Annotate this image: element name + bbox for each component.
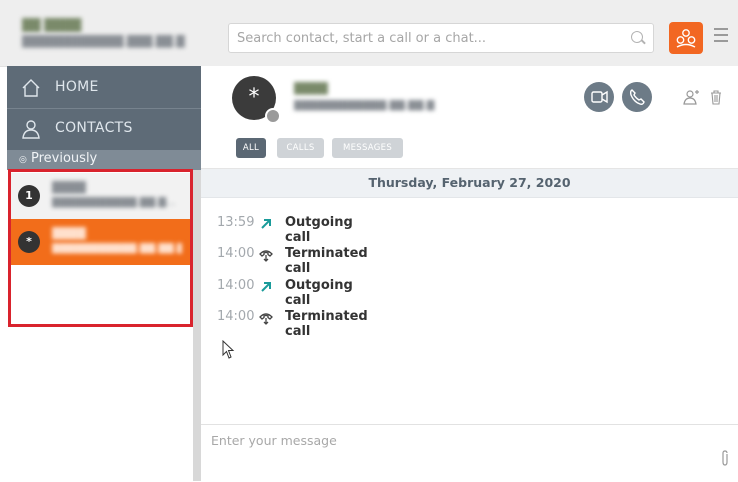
home-icon bbox=[21, 78, 41, 98]
event-label: Outgoing call bbox=[285, 278, 353, 308]
account-name: ██ ████ bbox=[22, 18, 82, 32]
trash-icon[interactable] bbox=[709, 89, 723, 105]
event-time: 14:00 bbox=[217, 246, 255, 261]
sidebar-nav: HOME CONTACTS bbox=[7, 66, 201, 150]
event-time: 14:00 bbox=[217, 278, 255, 293]
message-composer bbox=[201, 424, 738, 482]
terminated-call-icon bbox=[258, 247, 274, 263]
event-label: Outgoing call bbox=[285, 215, 353, 245]
account-address: ████████████.███.██.█ bbox=[22, 35, 185, 48]
event-time: 14:00 bbox=[217, 309, 255, 324]
tab-messages[interactable]: MESSAGES bbox=[332, 138, 403, 158]
outgoing-arrow-icon bbox=[258, 216, 274, 232]
sidebar-item-label: CONTACTS bbox=[55, 120, 133, 136]
search-input[interactable] bbox=[229, 24, 625, 52]
search-box[interactable] bbox=[228, 23, 654, 53]
attachment-paperclip-icon[interactable] bbox=[720, 449, 730, 467]
contact-name: ████ bbox=[294, 82, 328, 95]
mouse-cursor-icon bbox=[222, 339, 236, 360]
date-separator: Thursday, February 27, 2020 bbox=[201, 169, 738, 198]
previously-section-header: ◎ Previously bbox=[7, 150, 201, 170]
sidebar-item-label: HOME bbox=[55, 79, 99, 95]
hamburger-menu-icon[interactable] bbox=[714, 28, 728, 46]
event-time: 13:59 bbox=[217, 215, 255, 230]
video-call-button[interactable] bbox=[584, 82, 614, 112]
user-icon bbox=[21, 119, 41, 139]
brand-logo-icon[interactable] bbox=[669, 22, 703, 54]
phone-icon bbox=[629, 89, 645, 105]
tab-all[interactable]: ALL bbox=[236, 138, 266, 158]
sidebar-item-home[interactable]: HOME bbox=[7, 68, 201, 109]
video-camera-icon bbox=[591, 90, 608, 104]
account-info[interactable]: ██ ████ ████████████.███.██.█ bbox=[22, 18, 192, 54]
audio-call-button[interactable] bbox=[622, 82, 652, 112]
clock-icon: ◎ bbox=[19, 155, 27, 165]
message-input[interactable] bbox=[209, 431, 703, 475]
presence-status-dot bbox=[265, 108, 281, 124]
event-label: Terminated call bbox=[285, 246, 368, 276]
outgoing-arrow-icon bbox=[258, 279, 274, 295]
search-icon[interactable] bbox=[631, 31, 643, 43]
event-label: Terminated call bbox=[285, 309, 368, 339]
contact-address: ████████████.██.██.█ bbox=[294, 100, 435, 111]
sidebar-item-contacts[interactable]: CONTACTS bbox=[7, 109, 201, 149]
add-user-icon[interactable] bbox=[683, 88, 701, 106]
highlight-box bbox=[8, 169, 193, 327]
terminated-call-icon bbox=[258, 310, 274, 326]
section-label: Previously bbox=[31, 151, 98, 166]
panel-divider[interactable] bbox=[193, 170, 201, 481]
tab-calls[interactable]: CALLS bbox=[277, 138, 324, 158]
